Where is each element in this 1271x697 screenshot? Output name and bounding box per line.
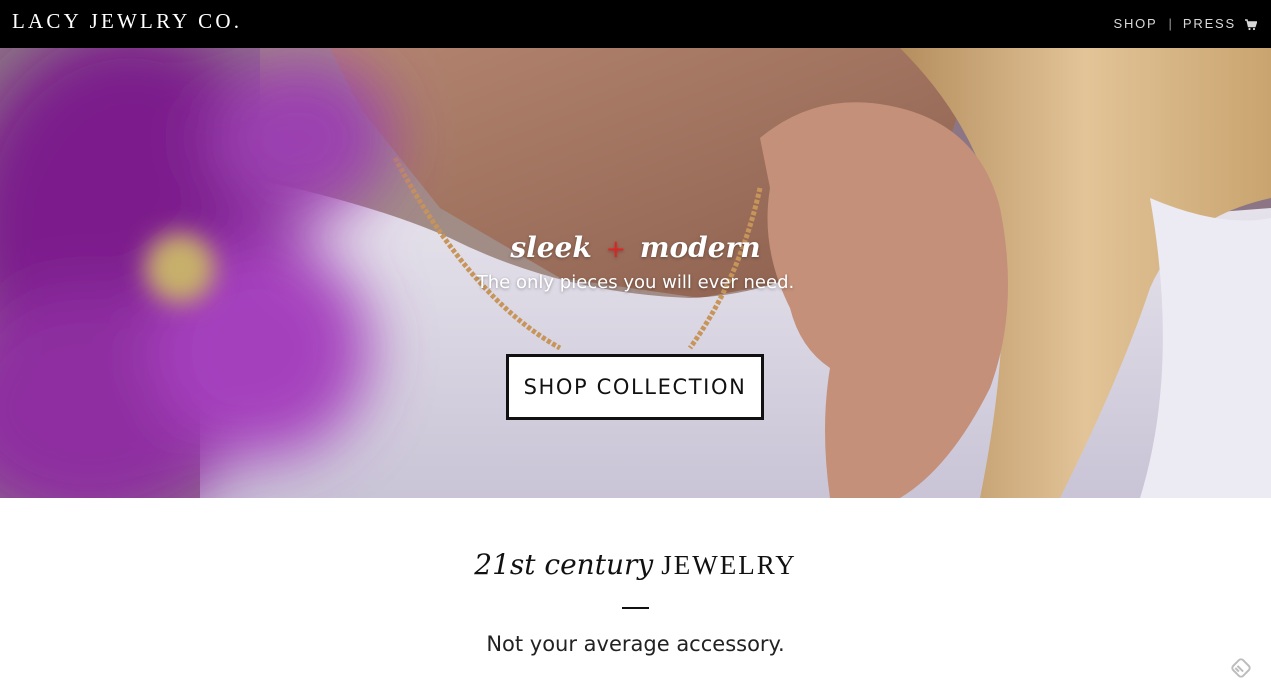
- hero-subtitle: The only pieces you will ever need.: [476, 272, 795, 293]
- main-nav: SHOP | PRESS: [1113, 16, 1258, 31]
- nav-link-shop[interactable]: SHOP: [1113, 16, 1157, 31]
- heading-divider: [622, 607, 649, 609]
- section-heading-caps: JEWELRY: [661, 550, 797, 580]
- shop-collection-button[interactable]: SHOP COLLECTION: [506, 354, 764, 420]
- cart-icon[interactable]: [1245, 18, 1258, 30]
- hero-title-plus: +: [605, 235, 626, 263]
- section-heading-italic: 21st century: [474, 548, 654, 581]
- nav-link-press[interactable]: PRESS: [1183, 16, 1236, 31]
- top-navigation-bar: LACY JEWLRY CO. SHOP | PRESS: [0, 0, 1271, 48]
- hero-title-modern: modern: [639, 231, 761, 264]
- section-heading: 21st century JEWELRY: [0, 548, 1271, 581]
- hero-banner: sleek + modern The only pieces you will ev…: [0, 48, 1271, 498]
- site-logo[interactable]: LACY JEWLRY CO.: [12, 9, 242, 34]
- hero-title: sleek + modern: [0, 231, 1271, 264]
- section-tagline: Not your average accessory.: [486, 632, 785, 656]
- hero-title-sleek: sleek: [510, 231, 592, 264]
- feedly-icon[interactable]: [1228, 655, 1254, 681]
- nav-separator: |: [1168, 16, 1172, 31]
